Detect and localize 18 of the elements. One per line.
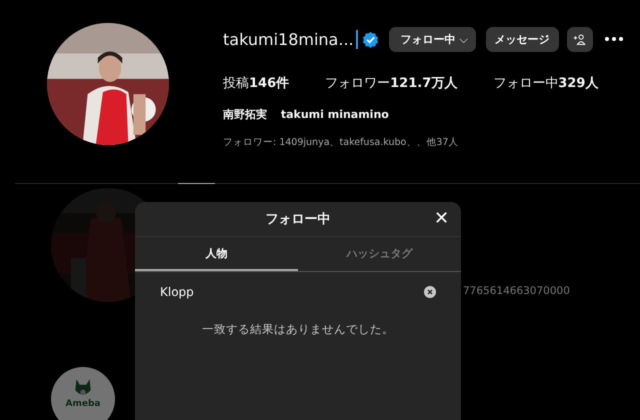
add-person-icon[interactable] bbox=[566, 26, 593, 52]
display-name: takumi minamino bbox=[280, 108, 389, 121]
full-name: 南野拓実 bbox=[223, 108, 267, 121]
tab[interactable]: 人物 bbox=[135, 237, 298, 271]
ameba-logo: Ameba bbox=[51, 367, 115, 420]
clear-icon[interactable] bbox=[424, 286, 436, 298]
message-button[interactable]: メッセージ bbox=[486, 26, 559, 52]
search-field[interactable]: Klopp bbox=[156, 284, 424, 300]
stat-text: 投稿146件 bbox=[223, 75, 290, 92]
following-button[interactable]: フォロー中 ⌵ bbox=[388, 26, 476, 52]
number-text: 7765614663070000 bbox=[463, 285, 570, 297]
username: takumi18mina... bbox=[223, 30, 358, 48]
stat-text[interactable]: フォロー中329人 bbox=[493, 74, 598, 92]
more-icon[interactable] bbox=[604, 36, 624, 42]
empty-message: 一致する結果はありませんでした。 bbox=[201, 322, 395, 337]
followed-by-text: フォロワー: 1409junya、takefusa.kubo、、他37人 bbox=[223, 136, 460, 149]
stat-text[interactable]: フォロワー121.7万人 bbox=[325, 74, 458, 92]
dialog-title: フォロー中 bbox=[266, 211, 330, 228]
